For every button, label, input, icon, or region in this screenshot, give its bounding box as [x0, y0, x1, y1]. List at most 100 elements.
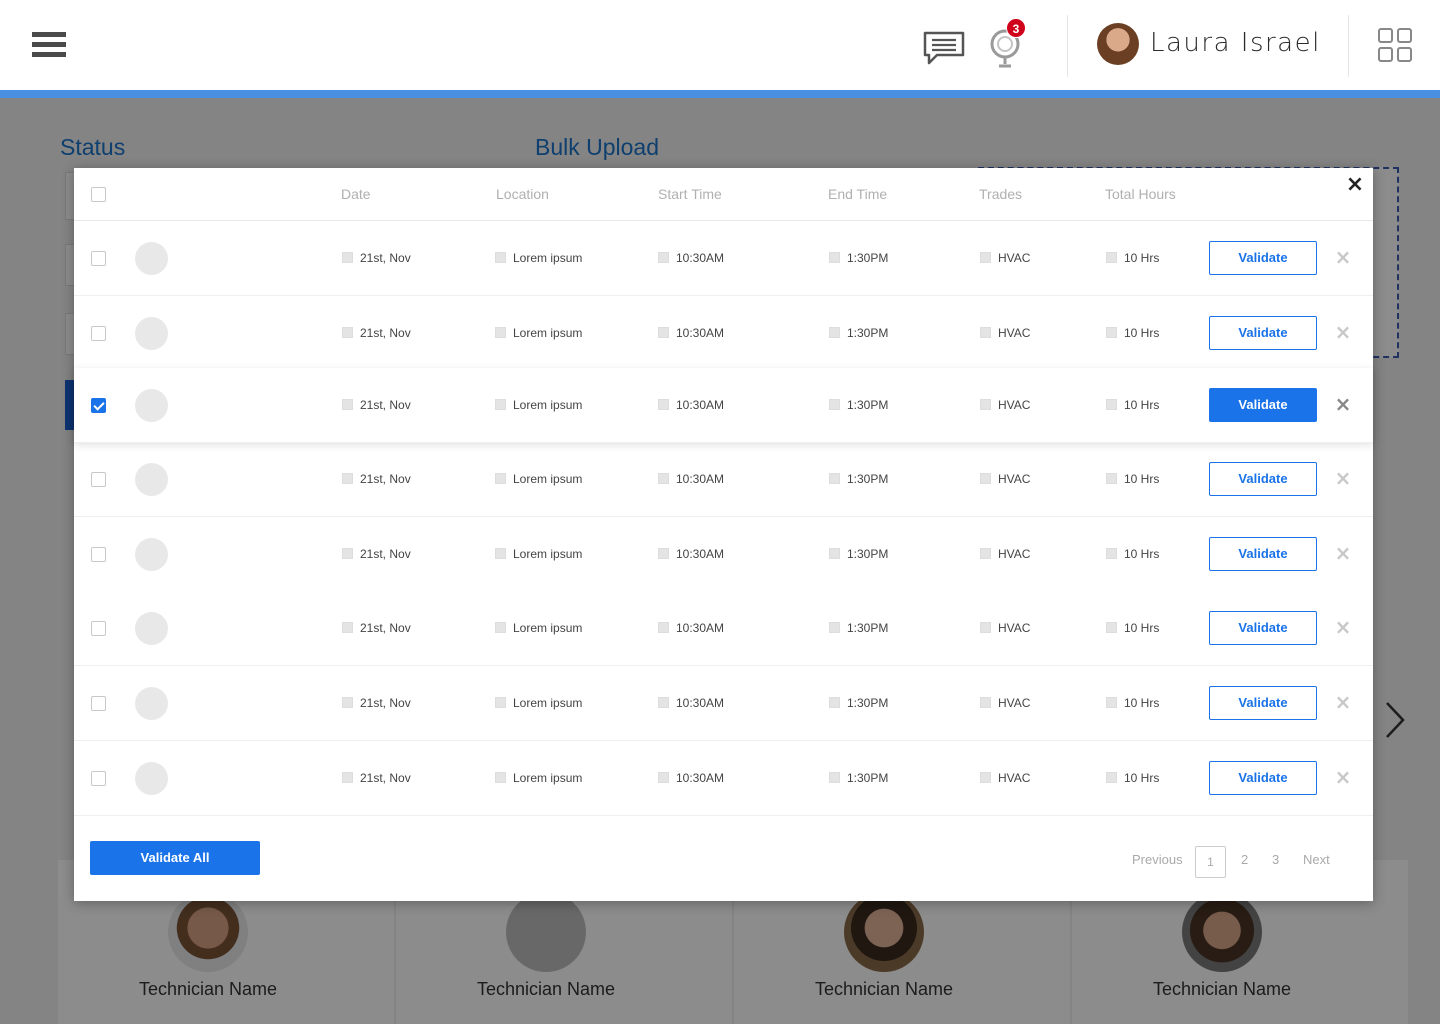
table-row[interactable]: 21st, Nov Lorem ipsum 10:30AM 1:30PM HVAC 10 …	[74, 221, 1373, 296]
pagination-next[interactable]: Next	[1303, 852, 1330, 867]
validate-button[interactable]: Validate	[1209, 316, 1317, 350]
cell-bullet-icon	[829, 622, 840, 633]
cell-bullet-icon	[980, 697, 991, 708]
validate-button[interactable]: Validate	[1209, 611, 1317, 645]
remove-row-icon[interactable]: ×	[1332, 245, 1354, 269]
remove-row-icon[interactable]: ×	[1332, 541, 1354, 565]
table-row[interactable]: 21st, Nov Lorem ipsum 10:30AM 1:30PM HVAC 10 …	[74, 517, 1373, 592]
table-row[interactable]: 21st, Nov Lorem ipsum 10:30AM 1:30PM HVAC 10 …	[74, 741, 1373, 816]
cell-start-time: 10:30AM	[658, 398, 724, 412]
row-checkbox[interactable]	[91, 696, 106, 711]
column-header-total-hours[interactable]: Total Hours	[1105, 186, 1176, 202]
row-checkbox[interactable]	[91, 547, 106, 562]
cell-date-text: 21st, Nov	[360, 472, 411, 486]
cell-location-text: Lorem ipsum	[513, 621, 583, 635]
column-header-location[interactable]: Location	[496, 186, 549, 202]
cell-trade: HVAC	[980, 326, 1030, 340]
table-row[interactable]: 21st, Nov Lorem ipsum 10:30AM 1:30PM HVAC 10 …	[74, 666, 1373, 741]
remove-row-icon[interactable]: ×	[1332, 615, 1354, 639]
cell-bullet-icon	[980, 622, 991, 633]
cell-bullet-icon	[658, 399, 669, 410]
pagination-page-current[interactable]: 1	[1195, 846, 1226, 878]
validate-button[interactable]: Validate	[1209, 761, 1317, 795]
row-checkbox[interactable]	[91, 621, 106, 636]
cell-date: 21st, Nov	[342, 326, 411, 340]
cell-trade-text: HVAC	[998, 621, 1031, 635]
cell-date: 21st, Nov	[342, 621, 411, 635]
row-checkbox[interactable]	[91, 472, 106, 487]
header-divider	[1348, 15, 1349, 77]
validate-button[interactable]: Validate	[1209, 388, 1317, 422]
cell-end-time: 1:30PM	[829, 251, 888, 265]
cell-start-time: 10:30AM	[658, 251, 724, 265]
cell-end-time: 1:30PM	[829, 621, 888, 635]
row-avatar	[135, 463, 168, 496]
chat-icon[interactable]	[923, 30, 965, 66]
cell-bullet-icon	[1106, 473, 1117, 484]
row-checkbox[interactable]	[91, 251, 106, 266]
cell-trade: HVAC	[980, 398, 1030, 412]
validate-all-button[interactable]: Validate All	[90, 841, 260, 875]
cell-bullet-icon	[980, 327, 991, 338]
column-header-trades[interactable]: Trades	[979, 186, 1022, 202]
cell-location: Lorem ipsum	[495, 398, 582, 412]
cell-date-text: 21st, Nov	[360, 621, 411, 635]
validate-button[interactable]: Validate	[1209, 462, 1317, 496]
cell-end-time-text: 1:30PM	[847, 771, 889, 785]
cell-total-hours: 10 Hrs	[1106, 547, 1159, 561]
row-checkbox[interactable]	[91, 326, 106, 341]
remove-row-icon[interactable]: ×	[1332, 320, 1354, 344]
user-avatar[interactable]	[1097, 23, 1139, 65]
cell-end-time: 1:30PM	[829, 547, 888, 561]
remove-row-icon[interactable]: ×	[1332, 765, 1354, 789]
validate-button[interactable]: Validate	[1209, 241, 1317, 275]
remove-row-icon[interactable]: ×	[1332, 392, 1354, 416]
column-header-date[interactable]: Date	[341, 186, 371, 202]
cell-bullet-icon	[829, 399, 840, 410]
select-all-checkbox[interactable]	[91, 187, 106, 202]
cell-end-time-text: 1:30PM	[847, 696, 889, 710]
cell-end-time-text: 1:30PM	[847, 472, 889, 486]
column-header-start-time[interactable]: Start Time	[658, 186, 722, 202]
table-row[interactable]: 21st, Nov Lorem ipsum 10:30AM 1:30PM HVAC 10 …	[74, 442, 1373, 517]
cell-total-hours-text: 10 Hrs	[1124, 251, 1160, 265]
cell-start-time: 10:30AM	[658, 696, 724, 710]
validate-button[interactable]: Validate	[1209, 686, 1317, 720]
row-checkbox[interactable]	[91, 771, 106, 786]
cell-end-time-text: 1:30PM	[847, 251, 889, 265]
column-header-end-time[interactable]: End Time	[828, 186, 887, 202]
row-checkbox[interactable]	[91, 398, 106, 413]
cell-bullet-icon	[658, 548, 669, 559]
apps-grid-icon[interactable]	[1378, 28, 1412, 62]
cell-bullet-icon	[980, 399, 991, 410]
cell-total-hours-text: 10 Hrs	[1124, 326, 1160, 340]
cell-total-hours: 10 Hrs	[1106, 251, 1159, 265]
header-accent-bar	[0, 90, 1440, 98]
cell-date-text: 21st, Nov	[360, 398, 411, 412]
cell-bullet-icon	[495, 473, 506, 484]
row-avatar	[135, 762, 168, 795]
pagination-previous[interactable]: Previous	[1132, 852, 1183, 867]
cell-total-hours-text: 10 Hrs	[1124, 398, 1160, 412]
close-modal-icon[interactable]: ×	[1344, 172, 1366, 198]
validate-button[interactable]: Validate	[1209, 537, 1317, 571]
cell-bullet-icon	[342, 772, 353, 783]
cell-end-time-text: 1:30PM	[847, 547, 889, 561]
cell-end-time-text: 1:30PM	[847, 398, 889, 412]
cell-location-text: Lorem ipsum	[513, 398, 583, 412]
table-row[interactable]: 21st, Nov Lorem ipsum 10:30AM 1:30PM HVAC 10 …	[74, 368, 1373, 443]
cell-bullet-icon	[658, 697, 669, 708]
user-name[interactable]: Laura Israel	[1150, 28, 1321, 58]
cell-date-text: 21st, Nov	[360, 547, 411, 561]
pagination-page[interactable]: 2	[1241, 852, 1248, 867]
table-row[interactable]: 21st, Nov Lorem ipsum 10:30AM 1:30PM HVAC 10 …	[74, 296, 1373, 371]
hamburger-menu-icon[interactable]	[32, 32, 66, 58]
table-row[interactable]: 21st, Nov Lorem ipsum 10:30AM 1:30PM HVAC 10 …	[74, 591, 1373, 666]
cell-bullet-icon	[495, 548, 506, 559]
cell-bullet-icon	[1106, 252, 1117, 263]
pagination-page[interactable]: 3	[1272, 852, 1279, 867]
cell-bullet-icon	[342, 327, 353, 338]
remove-row-icon[interactable]: ×	[1332, 466, 1354, 490]
remove-row-icon[interactable]: ×	[1332, 690, 1354, 714]
cell-trade: HVAC	[980, 771, 1030, 785]
